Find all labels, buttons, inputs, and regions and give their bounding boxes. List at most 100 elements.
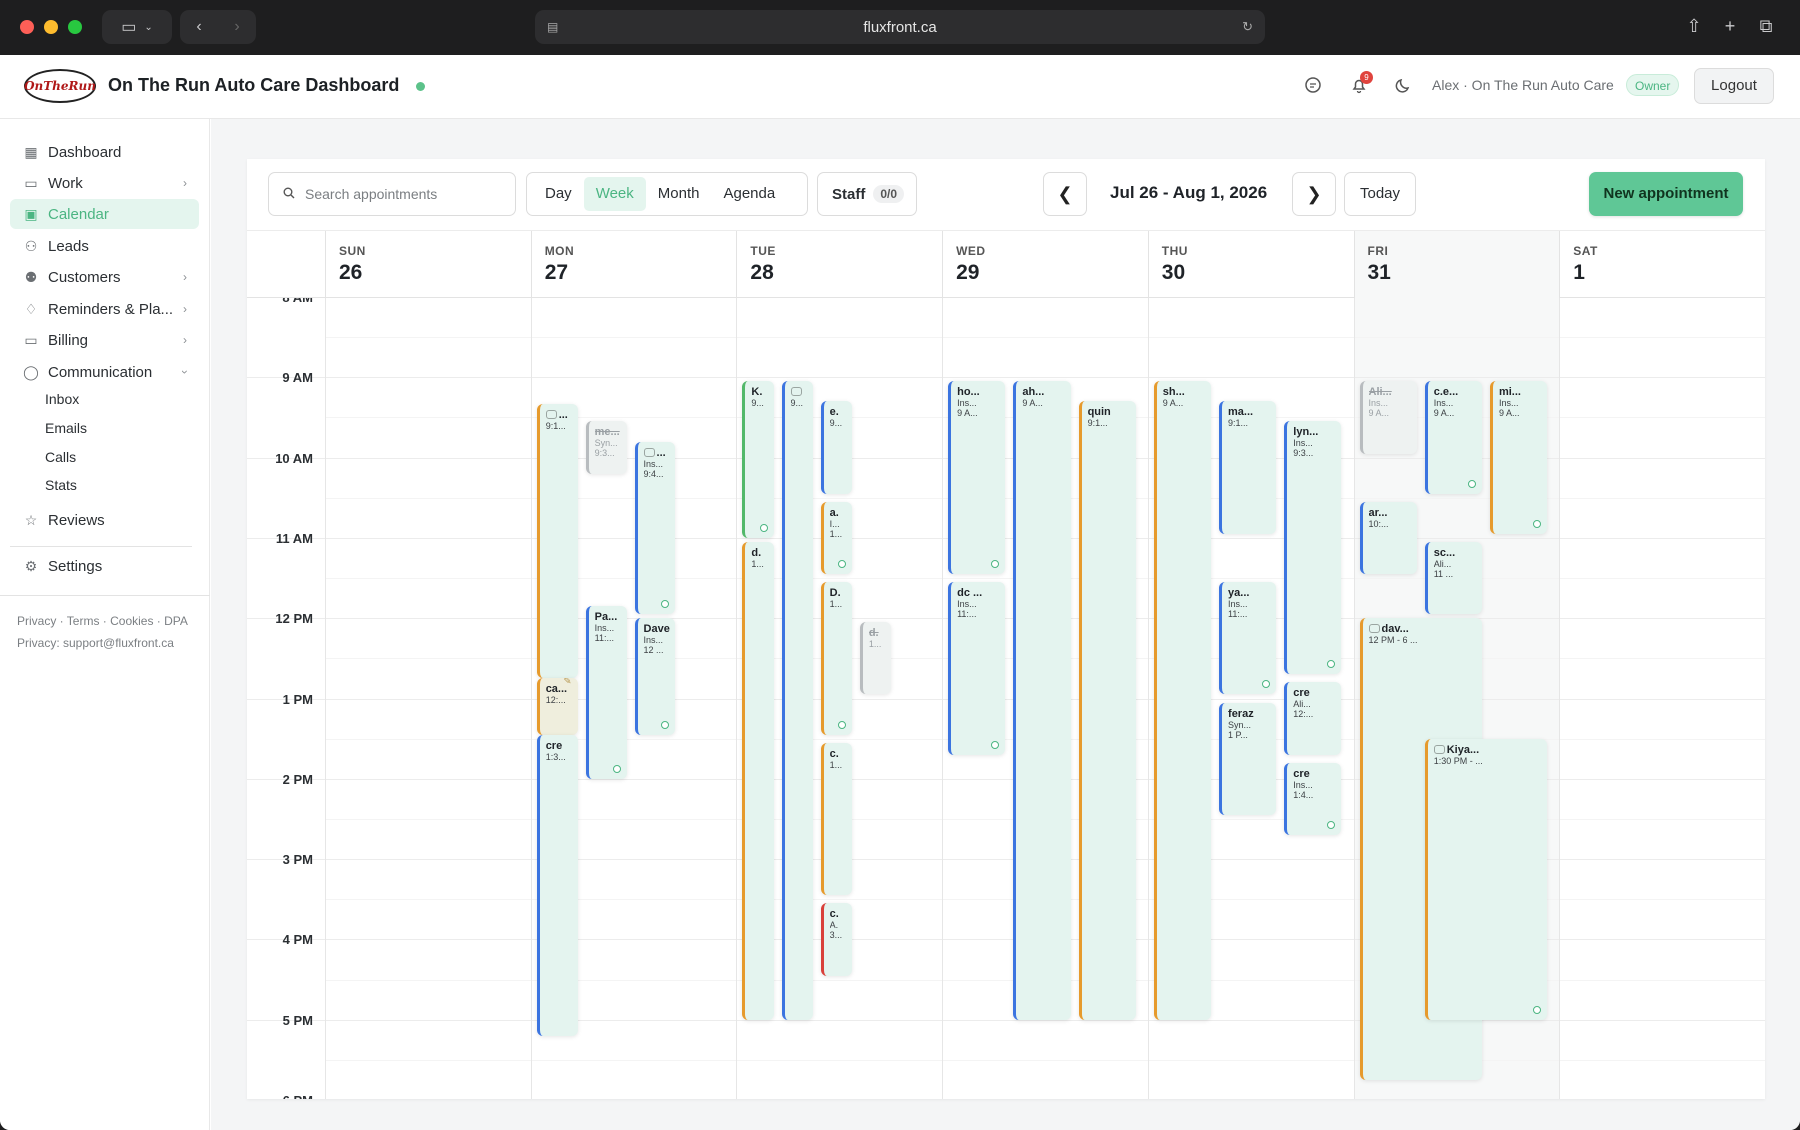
new-tab-icon[interactable]: + bbox=[1718, 14, 1742, 38]
time-label: 3 PM bbox=[282, 852, 313, 868]
sidebar-item-billing[interactable]: ▭ Billing › bbox=[10, 325, 199, 355]
sidebar-subitem-emails[interactable]: Emails bbox=[45, 420, 87, 436]
share-icon[interactable]: ⇧ bbox=[1682, 14, 1706, 38]
appointment-event[interactable]: ya... Ins... 11:... bbox=[1219, 582, 1277, 695]
support-contact[interactable]: Privacy: support@fluxfront.ca bbox=[17, 636, 174, 650]
sidebar-toggle-button[interactable]: ▭ ⌄ bbox=[102, 10, 172, 44]
appointment-event[interactable]: sc... Ali... 11 ... bbox=[1424, 541, 1482, 615]
appointment-event[interactable]: ... 9:1... bbox=[536, 403, 578, 679]
day-header-wed[interactable]: WED 29 bbox=[942, 231, 1148, 298]
day-header-sat[interactable]: SAT 1 bbox=[1559, 231, 1765, 298]
appointment-event[interactable]: a. I... 1... bbox=[820, 501, 852, 575]
maximize-window-button[interactable] bbox=[68, 20, 82, 34]
appointment-event[interactable]: Pa... Ins... 11:... bbox=[585, 606, 627, 779]
event-detail: Ins... bbox=[643, 458, 664, 469]
minimize-window-button[interactable] bbox=[44, 20, 58, 34]
event-detail: 1... bbox=[868, 639, 882, 650]
event-title: sc... bbox=[1433, 546, 1456, 559]
sidebar-item-reminders[interactable]: ♢ Reminders & Pla... › bbox=[10, 294, 199, 324]
sidebar-item-leads[interactable]: ⚇ Leads bbox=[10, 231, 199, 261]
sidebar-item-settings[interactable]: ⚙ Settings bbox=[10, 551, 199, 581]
time-label: 10 AM bbox=[275, 450, 313, 466]
view-week-button[interactable]: Week bbox=[583, 177, 646, 211]
appointment-event[interactable]: cre Ins... 1:4... bbox=[1284, 762, 1342, 835]
appointment-event[interactable]: me... Syn... 9:3... bbox=[585, 421, 627, 474]
event-detail: 3... bbox=[829, 930, 843, 941]
next-week-button[interactable]: ❯ bbox=[1292, 172, 1336, 216]
brand-logo[interactable]: OnTheRun bbox=[24, 69, 96, 103]
legal-links[interactable]: Privacy · Terms · Cookies · DPA bbox=[17, 614, 188, 628]
appointment-event[interactable]: sh... 9 A... bbox=[1153, 381, 1212, 1020]
staff-filter-button[interactable]: Staff 0/0 bbox=[817, 172, 917, 216]
appointment-event[interactable]: e. 9... bbox=[820, 401, 852, 494]
hour-line bbox=[247, 537, 1765, 539]
sidebar-item-reviews[interactable]: ☆ Reviews bbox=[10, 505, 199, 535]
appointment-event[interactable]: Ali... Ins... 9 A... bbox=[1359, 381, 1417, 454]
today-button[interactable]: Today bbox=[1344, 172, 1416, 216]
appointment-event[interactable]: K. 9... bbox=[742, 381, 774, 538]
column-line bbox=[942, 298, 944, 1099]
appointment-event[interactable]: ah... 9 A... bbox=[1013, 381, 1071, 1020]
appointment-event[interactable]: c. 1... bbox=[820, 742, 852, 896]
day-header-fri[interactable]: FRI 31 bbox=[1353, 231, 1560, 298]
chevron-down-icon: ⌄ bbox=[144, 21, 153, 33]
close-window-button[interactable] bbox=[20, 20, 34, 34]
sidebar-item-work[interactable]: ▭ Work › bbox=[10, 168, 199, 198]
event-detail: 1 P... bbox=[1228, 729, 1248, 740]
appointment-event[interactable]: ar... 10:... bbox=[1359, 501, 1417, 575]
sidebar-subitem-stats[interactable]: Stats bbox=[45, 477, 77, 493]
appointment-event[interactable]: feraz Syn... 1 P... bbox=[1219, 702, 1277, 815]
appointment-event[interactable]: lyn... Ins... 9:3... bbox=[1284, 421, 1342, 675]
sidebar-item-dashboard[interactable]: ▦ Dashboard bbox=[10, 137, 199, 167]
logout-button[interactable]: Logout bbox=[1694, 68, 1774, 104]
appointment-event[interactable]: ... Ins... 9:4... bbox=[634, 441, 676, 615]
view-agenda-button[interactable]: Agenda bbox=[711, 177, 787, 211]
event-detail: Ins... bbox=[957, 599, 977, 610]
event-detail: 9:3... bbox=[1293, 448, 1314, 459]
appointment-event[interactable]: d. 1... bbox=[859, 622, 891, 695]
back-icon[interactable]: ‹ bbox=[196, 18, 201, 36]
user-label: Alex · On The Run Auto Care bbox=[1432, 77, 1614, 93]
appointment-event[interactable]: ho... Ins... 9 A... bbox=[948, 381, 1006, 575]
appointment-event[interactable]: Dave Ins... 12 ... bbox=[634, 618, 676, 735]
reload-icon[interactable]: ↻ bbox=[1242, 19, 1253, 35]
appointment-event[interactable]: dc ... Ins... 11:... bbox=[948, 582, 1006, 755]
appointment-event[interactable]: quin 9:1... bbox=[1078, 401, 1136, 1020]
appointment-event[interactable]: ma... 9:1... bbox=[1219, 401, 1277, 534]
sidebar-subitem-calls[interactable]: Calls bbox=[45, 449, 76, 465]
appointment-event[interactable]: d. 1... bbox=[742, 541, 774, 1020]
dark-mode-icon[interactable] bbox=[1392, 75, 1416, 99]
page-icon: ▤ bbox=[547, 20, 559, 34]
event-title: ho... bbox=[957, 386, 980, 399]
time-label: 4 PM bbox=[282, 932, 313, 948]
new-appointment-button[interactable]: New appointment bbox=[1589, 172, 1743, 216]
messages-icon[interactable] bbox=[1301, 75, 1325, 99]
appointment-event[interactable]: c. A. 3... bbox=[820, 903, 852, 976]
forward-icon[interactable]: › bbox=[234, 18, 239, 36]
day-header-tue[interactable]: TUE 28 bbox=[736, 231, 942, 298]
appointment-event[interactable]: 9... bbox=[781, 381, 813, 1020]
appointment-event[interactable]: cre Ali... 12:... bbox=[1284, 682, 1342, 755]
view-day-button[interactable]: Day bbox=[533, 177, 584, 211]
prev-week-button[interactable]: ❮ bbox=[1043, 172, 1087, 216]
chevron-right-icon: › bbox=[183, 176, 187, 190]
sidebar-item-communication[interactable]: ◯ Communication › bbox=[10, 357, 199, 387]
day-header-mon[interactable]: MON 27 bbox=[530, 231, 737, 298]
tab-overview-icon[interactable]: ⧉ bbox=[1754, 14, 1778, 38]
search-input[interactable]: Search appointments bbox=[268, 172, 516, 216]
day-name: THU bbox=[1161, 244, 1188, 258]
appointment-event[interactable]: Kiya... 1:30 PM - ... bbox=[1424, 738, 1548, 1020]
sidebar-item-customers[interactable]: ⚉ Customers › bbox=[10, 262, 199, 292]
sidebar-item-calendar[interactable]: ▣ Calendar bbox=[10, 199, 199, 229]
sidebar-subitem-inbox[interactable]: Inbox bbox=[45, 391, 79, 407]
address-bar[interactable]: ▤ fluxfront.ca ↻ bbox=[535, 10, 1265, 44]
day-header-thu[interactable]: THU 30 bbox=[1147, 231, 1354, 298]
appointment-event[interactable]: ✎ ca... 12:... bbox=[536, 678, 578, 735]
day-header-sun[interactable]: SUN 26 bbox=[325, 231, 531, 298]
appointment-event[interactable]: c.e... Ins... 9 A... bbox=[1424, 381, 1482, 494]
appointment-event[interactable]: mi... Ins... 9 A... bbox=[1489, 381, 1548, 534]
calendar-main: Search appointments Day Week Month Agend… bbox=[211, 119, 1800, 1130]
appointment-event[interactable]: D. 1... bbox=[820, 582, 852, 735]
view-month-button[interactable]: Month bbox=[646, 177, 712, 211]
appointment-event[interactable]: cre 1:3... bbox=[536, 734, 578, 1036]
